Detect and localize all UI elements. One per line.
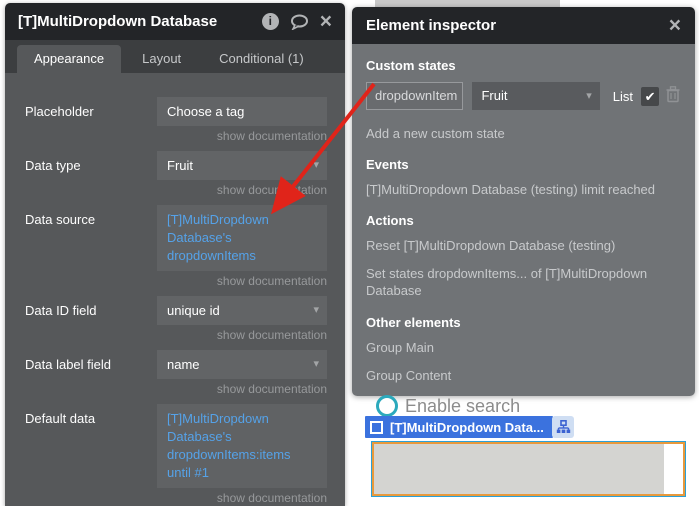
action-item[interactable]: Set states dropdownItems... of [T]MultiD… [366, 265, 680, 299]
field-row-data-type: Data type Fruit ▾ show documentation [25, 151, 327, 197]
field-label: Placeholder [25, 97, 157, 119]
other-elements-heading: Other elements [366, 315, 680, 330]
dropdown-value: Fruit [167, 158, 193, 173]
state-name-input[interactable]: dropdownItem [366, 82, 463, 110]
inspector-body: Custom states dropdownItem Fruit ▾ List … [352, 44, 695, 396]
tab-conditional[interactable]: Conditional (1) [202, 45, 321, 73]
element-tree-button[interactable] [552, 416, 574, 438]
multidropdown-element-body [372, 442, 685, 496]
event-item[interactable]: [T]MultiDropdown Database (testing) limi… [366, 181, 680, 198]
data-label-field-dropdown[interactable]: name ▾ [157, 350, 327, 379]
selected-element-badge[interactable]: [T]MultiDropdown Data... [365, 416, 553, 438]
badge-label: [T]MultiDropdown Data... [390, 420, 544, 435]
close-icon[interactable]: × [320, 13, 332, 30]
chevron-down-icon: ▾ [586, 82, 592, 110]
chevron-down-icon: ▾ [313, 151, 319, 180]
field-row-data-label: Data label field name ▾ show documentati… [25, 350, 327, 396]
dropdown-value: unique id [167, 303, 220, 318]
trash-icon[interactable] [666, 86, 680, 106]
add-custom-state-link[interactable]: Add a new custom state [366, 125, 680, 142]
enable-search-radio[interactable] [376, 395, 398, 417]
multidropdown-canvas-element[interactable] [371, 441, 686, 497]
property-editor-header[interactable]: [T]MultiDropdown Database i × [5, 3, 345, 40]
element-inspector-panel: Element inspector × Custom states dropdo… [352, 7, 695, 396]
default-data-expression[interactable]: [T]MultiDropdown Database's dropdownItem… [157, 404, 327, 488]
field-row-placeholder: Placeholder Choose a tag show documentat… [25, 97, 327, 143]
show-documentation-link[interactable]: show documentation [25, 328, 327, 342]
inspector-title: Element inspector [366, 17, 669, 34]
other-element-item[interactable]: Group Main [366, 339, 680, 356]
info-icon[interactable]: i [262, 13, 279, 30]
tab-layout[interactable]: Layout [125, 45, 198, 73]
tab-appearance[interactable]: Appearance [17, 45, 121, 73]
field-label: Data source [25, 205, 157, 227]
field-label: Data label field [25, 350, 157, 372]
show-documentation-link[interactable]: show documentation [25, 274, 327, 288]
enable-search-canvas-label: Enable search [405, 396, 520, 417]
comment-icon[interactable] [290, 14, 309, 30]
canvas-background-element [375, 0, 560, 7]
field-label: Default data [25, 404, 157, 426]
inspector-header[interactable]: Element inspector × [352, 7, 695, 44]
field-row-default-data: Default data [T]MultiDropdown Database's… [25, 404, 327, 505]
list-checkbox[interactable]: ✔ [641, 87, 659, 106]
show-documentation-link[interactable]: show documentation [25, 183, 327, 197]
events-heading: Events [366, 157, 680, 172]
data-id-field-dropdown[interactable]: unique id ▾ [157, 296, 327, 325]
list-label: List [613, 89, 633, 104]
chevron-down-icon: ▾ [313, 296, 319, 325]
show-documentation-link[interactable]: show documentation [25, 491, 327, 505]
field-row-data-id: Data ID field unique id ▾ show documenta… [25, 296, 327, 342]
dropdown-value: name [167, 357, 200, 372]
state-type-dropdown[interactable]: Fruit ▾ [472, 82, 599, 110]
data-type-dropdown[interactable]: Fruit ▾ [157, 151, 327, 180]
data-source-expression[interactable]: [T]MultiDropdown Database's dropdownItem… [157, 205, 327, 271]
show-documentation-link[interactable]: show documentation [25, 129, 327, 143]
element-title: [T]MultiDropdown Database [18, 13, 262, 30]
custom-states-heading: Custom states [366, 58, 680, 73]
placeholder-input[interactable]: Choose a tag [157, 97, 327, 126]
field-row-data-source: Data source [T]MultiDropdown Database's … [25, 205, 327, 288]
field-label: Data type [25, 151, 157, 173]
field-label: Data ID field [25, 296, 157, 318]
actions-heading: Actions [366, 213, 680, 228]
other-element-item[interactable]: Group Content [366, 367, 680, 384]
badge-checkbox-icon [370, 421, 383, 434]
chevron-down-icon: ▾ [313, 350, 319, 379]
tab-bar: Appearance Layout Conditional (1) [5, 40, 345, 73]
appearance-tab-content: Placeholder Choose a tag show documentat… [5, 73, 345, 506]
show-documentation-link[interactable]: show documentation [25, 382, 327, 396]
close-icon[interactable]: × [669, 17, 681, 34]
property-editor-panel: [T]MultiDropdown Database i × Appearance… [5, 3, 345, 506]
action-item[interactable]: Reset [T]MultiDropdown Database (testing… [366, 237, 680, 254]
dropdown-value: Fruit [481, 88, 507, 103]
element-scrollbar-track [664, 444, 683, 494]
custom-state-row: dropdownItem Fruit ▾ List ✔ [366, 82, 680, 110]
hierarchy-icon [556, 420, 571, 434]
